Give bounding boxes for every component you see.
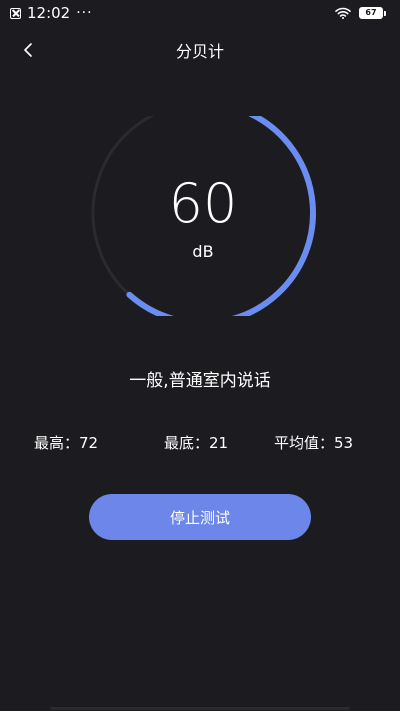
app-header: 分贝计 [0,30,400,70]
status-bar-right: 67 [335,7,386,19]
chevron-left-icon [24,43,32,57]
stop-test-button[interactable]: 停止测试 [89,494,311,540]
no-sim-icon [10,7,21,19]
battery-icon: 67 [359,7,386,19]
more-notifications-icon: ··· [76,5,93,21]
status-bar: 12:02 ··· 67 [0,0,400,26]
status-bar-left: 12:02 ··· [10,4,93,22]
back-button[interactable] [12,34,44,66]
status-time: 12:02 [27,4,71,22]
battery-tip [384,10,386,16]
home-indicator [50,707,350,710]
page-title: 分贝计 [175,42,224,61]
decibel-unit: dB [192,242,214,261]
stat-average: 平均值：53 [274,434,354,452]
stat-min: 最底：21 [164,434,229,452]
battery-level: 67 [359,7,383,19]
stats-row: 最高：72 最底：21 平均值：53 [0,432,400,456]
stat-max: 最高：72 [34,434,99,452]
decibel-gauge: 60 dB [86,116,320,316]
noise-level-description: 一般,普通室内说话 [129,371,271,391]
decibel-value: 60 [168,172,238,235]
wifi-icon [335,7,351,19]
decibel-meter-screen: 12:02 ··· 67 分贝计 60 dB 一般,普通室内说话 最高：72 最… [0,0,400,711]
